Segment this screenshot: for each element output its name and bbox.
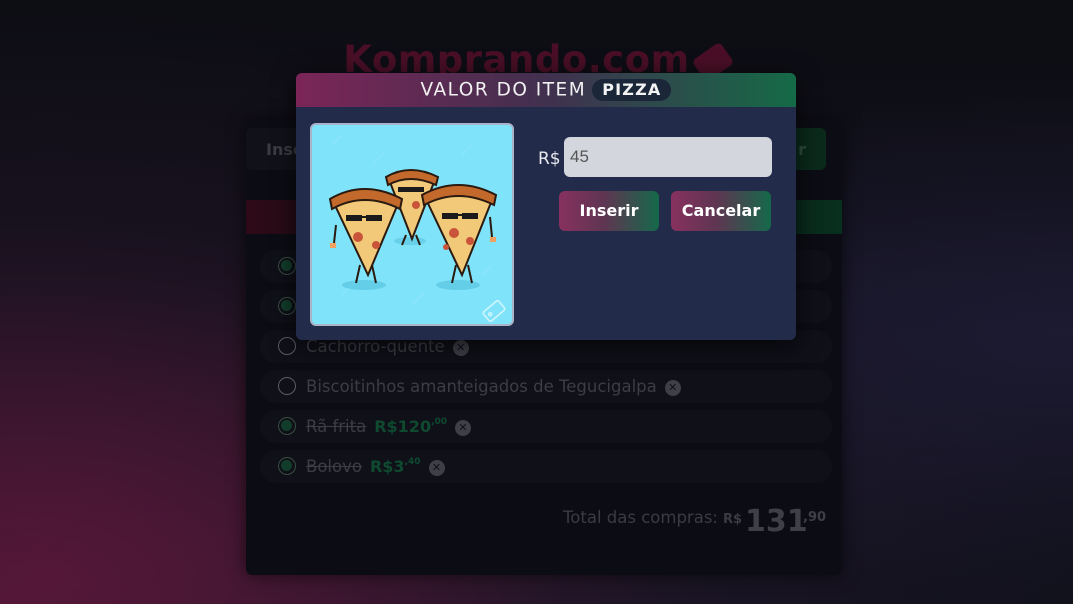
item-checkbox[interactable] xyxy=(278,257,296,275)
list-item[interactable]: Bolovo R$3,40 ✕ xyxy=(260,450,832,483)
total-cents: ,90 xyxy=(803,510,827,525)
modal-item-name: PIZZA xyxy=(592,79,672,101)
item-price: R$3,40 xyxy=(370,457,421,476)
item-checkbox[interactable] xyxy=(278,297,296,315)
total-value: 131 xyxy=(745,504,808,539)
total-label: Total das compras: xyxy=(563,508,718,527)
insert-item-button-label: r xyxy=(798,140,806,159)
item-value-input[interactable] xyxy=(564,137,772,177)
item-price-cents: ,40 xyxy=(404,457,421,467)
list-item[interactable]: Biscoitinhos amanteigados de Tegucigalpa… xyxy=(260,370,832,403)
item-price-cents: ,00 xyxy=(431,417,448,427)
modal-title: VALOR DO ITEM xyxy=(420,79,587,101)
item-name: Bolovo xyxy=(306,457,362,476)
item-price: R$120,00 xyxy=(374,417,447,436)
item-checkbox[interactable] xyxy=(278,377,296,395)
currency-label: R$ xyxy=(538,149,561,169)
item-checkbox[interactable] xyxy=(278,417,296,435)
pizza-slices-illustration-icon xyxy=(328,134,506,322)
remove-item-icon[interactable]: ✕ xyxy=(452,340,469,356)
modal-header: VALOR DO ITEM PIZZA xyxy=(296,73,796,107)
item-name: Rã frita xyxy=(306,417,367,436)
item-name-wrap: Bolovo R$3,40 ✕ xyxy=(306,457,445,476)
item-value-modal: VALOR DO ITEM PIZZA R$ 45 Inserir Cancel… xyxy=(296,73,796,340)
total-currency: R$ xyxy=(723,512,743,527)
remove-item-icon[interactable]: ✕ xyxy=(428,460,445,476)
item-checkbox[interactable] xyxy=(278,337,296,355)
remove-item-icon[interactable]: ✕ xyxy=(455,420,472,436)
item-image xyxy=(310,123,514,326)
total-section: Total das compras: R$ 131 ,90 xyxy=(563,504,826,539)
item-price-main: R$3 xyxy=(369,457,405,476)
item-name-wrap: Biscoitinhos amanteigados de Tegucigalpa… xyxy=(306,377,681,396)
list-item[interactable]: Rã frita R$120,00 ✕ xyxy=(260,410,832,443)
remove-item-icon[interactable]: ✕ xyxy=(664,380,681,396)
cancel-button[interactable]: Cancelar xyxy=(671,191,771,231)
insert-button[interactable]: Inserir xyxy=(559,191,659,231)
item-name: Biscoitinhos amanteigados de Tegucigalpa xyxy=(306,377,657,396)
item-price-main: R$120 xyxy=(374,417,432,436)
item-checkbox[interactable] xyxy=(278,457,296,475)
item-name-wrap: Rã frita R$120,00 ✕ xyxy=(306,417,472,436)
